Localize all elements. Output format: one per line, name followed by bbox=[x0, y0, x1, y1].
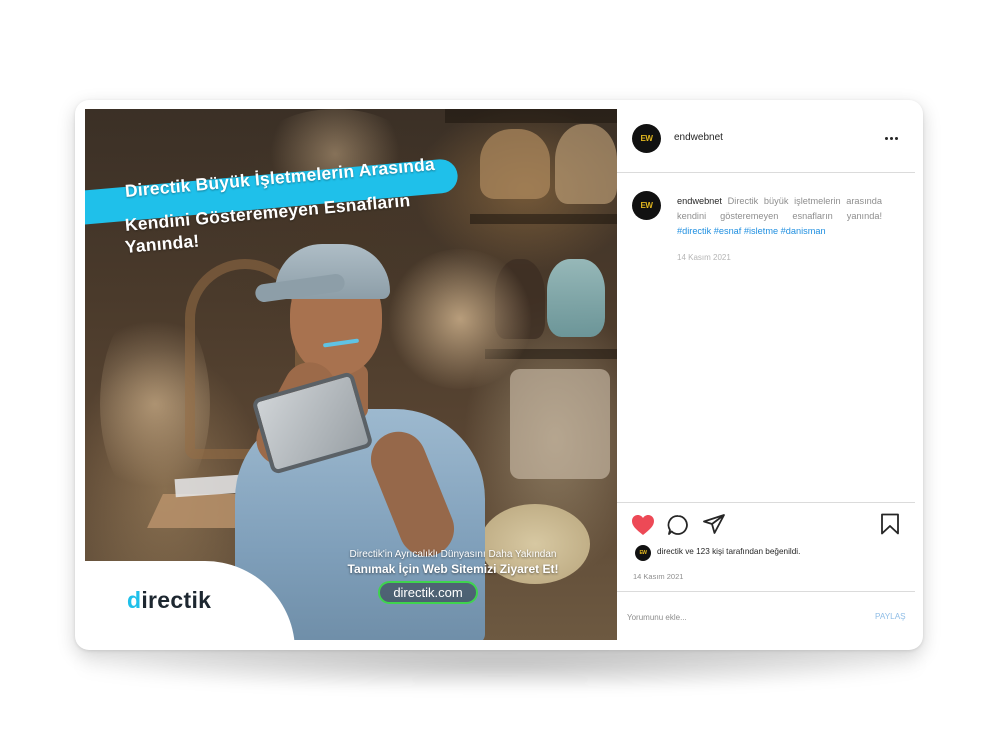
divider bbox=[617, 502, 915, 503]
header-avatar[interactable]: EW bbox=[632, 124, 661, 153]
shelf bbox=[445, 109, 617, 123]
brand-logo-text: irectik bbox=[141, 587, 212, 613]
pampas-decor bbox=[385, 249, 535, 389]
post-date: 14 Kasım 2021 bbox=[633, 572, 684, 581]
comment-input[interactable] bbox=[627, 609, 857, 625]
likes-count[interactable]: directik ve 123 kişi tarafından beğenild… bbox=[657, 547, 800, 556]
caption-hashtags[interactable]: #directik #esnaf #isletme #danisman bbox=[677, 226, 826, 236]
shelf bbox=[470, 214, 617, 224]
avatar-initials: EW bbox=[639, 550, 647, 556]
header-username[interactable]: endwebnet bbox=[674, 132, 723, 143]
brand-logo: directik bbox=[127, 587, 212, 613]
cta-url: directik.com bbox=[378, 581, 478, 604]
cta-title: Tanımak İçin Web Sitemizi Ziyaret Et! bbox=[347, 562, 559, 576]
bookmark-icon[interactable] bbox=[880, 513, 900, 535]
caption-username[interactable]: endwebnet bbox=[677, 196, 722, 206]
basket bbox=[555, 124, 617, 204]
heart-icon[interactable] bbox=[631, 514, 655, 536]
avatar-initials: EW bbox=[640, 134, 653, 143]
avatar-initials: EW bbox=[640, 201, 653, 210]
divider bbox=[617, 172, 915, 173]
comment-icon[interactable] bbox=[667, 514, 689, 536]
caption-avatar[interactable]: EW bbox=[632, 191, 661, 220]
share-comment-button[interactable]: PAYLAŞ bbox=[875, 612, 906, 621]
post-caption: endwebnet Directik büyük işletmelerin ar… bbox=[677, 194, 882, 239]
instagram-post-card: Directik Büyük İşletmelerin Arasında Ken… bbox=[75, 100, 923, 650]
post-sidebar: EW endwebnet EW endwebnet Directik büyük… bbox=[617, 109, 915, 640]
vase bbox=[547, 259, 605, 337]
more-options-icon[interactable] bbox=[885, 133, 899, 143]
caption-date: 14 Kasım 2021 bbox=[677, 253, 731, 262]
likes-avatar[interactable]: EW bbox=[635, 545, 651, 561]
send-icon[interactable] bbox=[703, 513, 725, 535]
post-image[interactable]: Directik Büyük İşletmelerin Arasında Ken… bbox=[85, 109, 617, 640]
basket bbox=[480, 129, 550, 199]
divider bbox=[617, 591, 915, 592]
cta-subtitle: Directik'in Ayrıcalıklı Dünyasını Daha Y… bbox=[349, 549, 557, 560]
basket bbox=[510, 369, 610, 479]
